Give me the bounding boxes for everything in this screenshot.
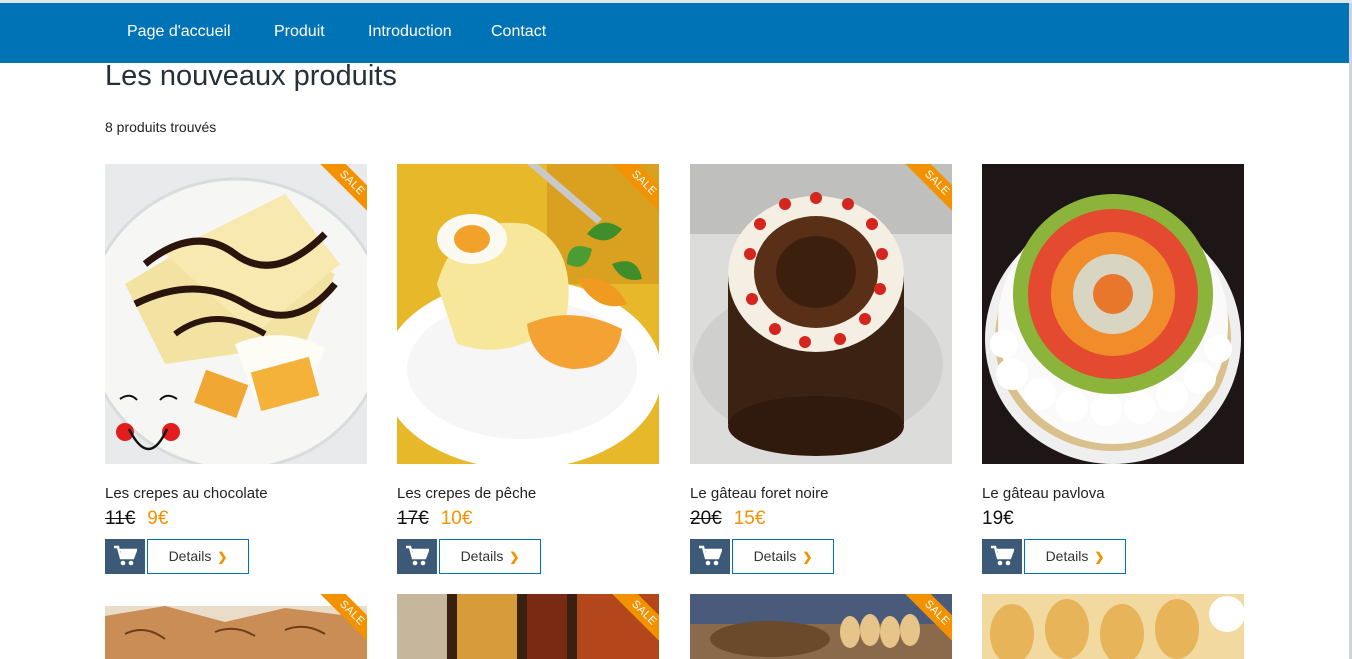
product-name[interactable]: Le gâteau foret noire	[690, 485, 828, 502]
add-to-cart-button[interactable]	[690, 539, 730, 574]
nav-contact[interactable]: Contact	[491, 3, 546, 63]
chevron-right-icon: ❯	[802, 550, 813, 564]
cart-icon	[699, 545, 722, 566]
product-card	[982, 594, 1244, 659]
details-button[interactable]: Details ❯	[439, 539, 541, 574]
details-button[interactable]: Details ❯	[147, 539, 249, 574]
product-name[interactable]: Le gâteau pavlova	[982, 485, 1105, 502]
cart-icon	[406, 545, 429, 566]
product-image-foret-noire[interactable]: SALE	[690, 164, 952, 464]
product-name[interactable]: Les crepes au chocolate	[105, 485, 268, 502]
chevron-right-icon: ❯	[1094, 550, 1105, 564]
nav-product[interactable]: Produit	[274, 3, 325, 63]
nav-home[interactable]: Page d'accueil	[127, 3, 231, 63]
add-to-cart-button[interactable]	[982, 539, 1022, 574]
product-image[interactable]: SALE	[397, 594, 659, 659]
product-card: SALE	[397, 594, 659, 659]
product-image-crepes-chocolate[interactable]: SALE	[105, 164, 367, 464]
product-card: SALE Le gâteau foret noire 20€ 15€ Detail…	[690, 164, 952, 574]
sale-price: 10€	[440, 508, 473, 529]
sale-price: 15€	[733, 508, 766, 529]
chevron-right-icon: ❯	[217, 550, 228, 564]
product-image-crepes-peche[interactable]: SALE	[397, 164, 659, 464]
page-title: Les nouveaux produits	[105, 60, 397, 92]
navbar: Page d'accueil Produit Introduction Cont…	[0, 3, 1349, 63]
product-image[interactable]: SALE	[690, 594, 952, 659]
product-image-pavlova[interactable]	[982, 164, 1244, 464]
product-card: SALE	[690, 594, 952, 659]
product-prices: 17€ 10€	[397, 508, 472, 530]
add-to-cart-button[interactable]	[397, 539, 437, 574]
product-prices: 11€ 9€	[105, 508, 168, 530]
product-image[interactable]	[982, 594, 1244, 659]
price: 19€	[982, 508, 1014, 529]
product-name[interactable]: Les crepes de pêche	[397, 485, 536, 502]
details-button[interactable]: Details ❯	[732, 539, 834, 574]
details-button[interactable]: Details ❯	[1024, 539, 1126, 574]
product-card: Le gâteau pavlova 19€ Details ❯	[982, 164, 1244, 574]
old-price: 11€	[105, 508, 136, 529]
add-to-cart-button[interactable]	[105, 539, 145, 574]
product-card: SALE Les crepes de pêche 17€ 10€ Details ❯	[397, 164, 659, 574]
product-count: 8 produits trouvés	[105, 119, 217, 135]
product-prices: 20€ 15€	[690, 508, 765, 530]
old-price: 20€	[690, 508, 722, 529]
product-prices: 19€	[982, 508, 1014, 530]
product-card: SALE	[105, 594, 367, 659]
product-card: SALE Les crepes au chocolate 11€ 9€ Detai…	[105, 164, 367, 574]
nav-introduction[interactable]: Introduction	[368, 3, 452, 63]
sale-price: 9€	[147, 508, 169, 529]
product-image[interactable]: SALE	[105, 594, 367, 659]
cart-icon	[991, 545, 1014, 566]
chevron-right-icon: ❯	[509, 550, 520, 564]
cart-icon	[114, 545, 137, 566]
old-price: 17€	[397, 508, 429, 529]
